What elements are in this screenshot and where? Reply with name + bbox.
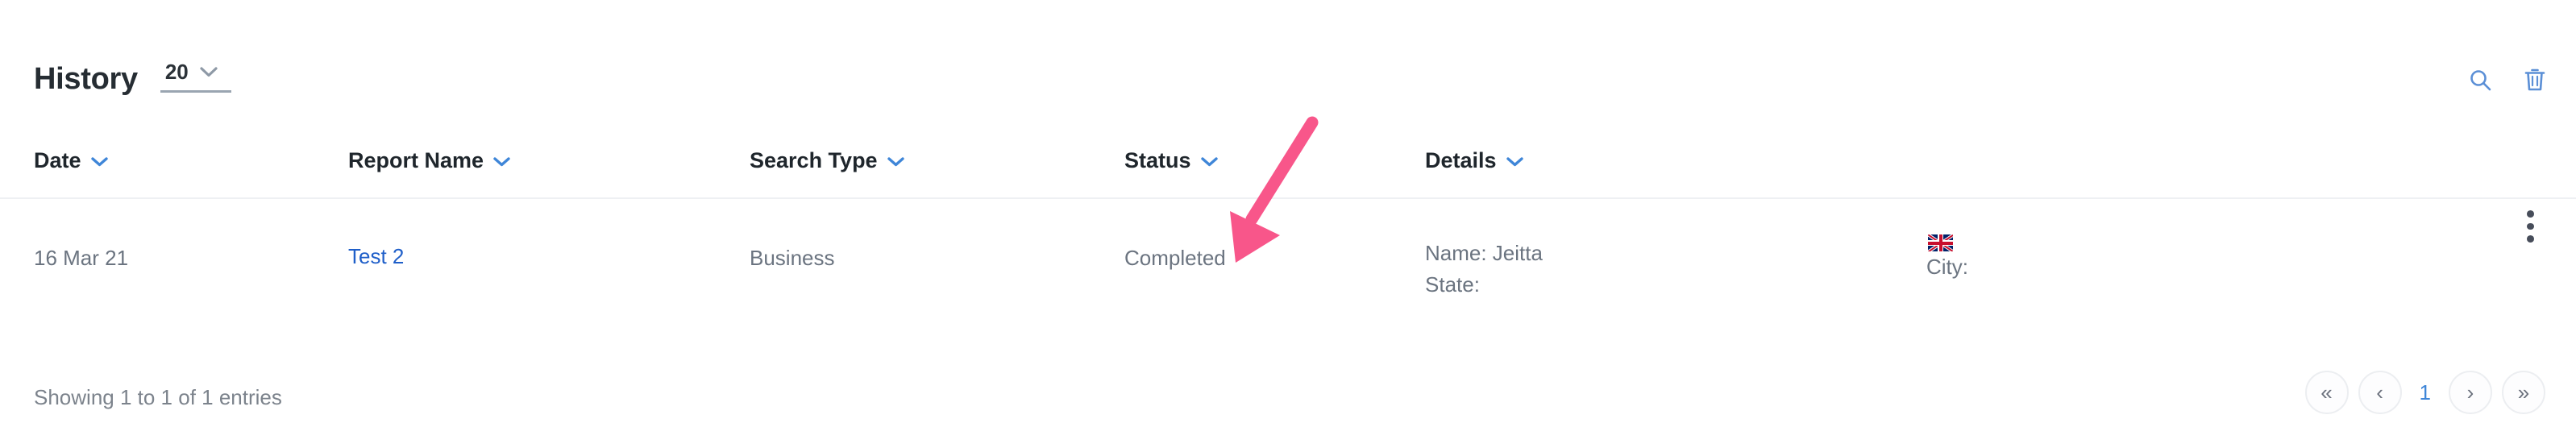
kebab-dot bbox=[2526, 210, 2534, 218]
details-state: State: bbox=[1425, 272, 1480, 297]
column-label: Date bbox=[34, 148, 81, 172]
chevron-down-icon bbox=[887, 156, 904, 166]
chevron-down-icon bbox=[200, 66, 218, 77]
cell-report-name: Test 2 bbox=[348, 244, 404, 269]
panel-header: History 20 bbox=[0, 0, 2576, 121]
pagination-first-button[interactable]: « bbox=[2304, 371, 2349, 414]
column-label: Search Type bbox=[750, 148, 878, 172]
pagination-page-1[interactable]: 1 bbox=[2412, 380, 2439, 405]
table-footer: Showing 1 to 1 of 1 entries « ‹ 1 › » bbox=[0, 371, 2576, 448]
kebab-dot bbox=[2526, 235, 2534, 243]
history-panel: History 20 Date Report Name Search Type … bbox=[0, 0, 2576, 448]
column-header-status[interactable]: Status bbox=[1124, 148, 1218, 173]
column-label: Details bbox=[1425, 148, 1497, 172]
chevron-down-icon bbox=[90, 156, 108, 166]
column-label: Report Name bbox=[348, 148, 484, 172]
table-row[interactable]: 16 Mar 21 Test 2 Business Completed Name… bbox=[0, 199, 2576, 304]
cell-date: 16 Mar 21 bbox=[34, 246, 129, 270]
cell-location: City: bbox=[1926, 234, 1968, 281]
column-header-details[interactable]: Details bbox=[1425, 148, 1523, 173]
column-header-search-type[interactable]: Search Type bbox=[750, 148, 904, 173]
chevron-down-icon bbox=[1506, 156, 1523, 166]
chevron-down-icon bbox=[1200, 156, 1218, 166]
pagination-last-button[interactable]: » bbox=[2502, 371, 2545, 414]
trash-icon[interactable] bbox=[2521, 66, 2549, 93]
row-menu-button[interactable] bbox=[2516, 210, 2544, 243]
page-title: History bbox=[34, 62, 138, 96]
cell-search-type: Business bbox=[750, 246, 835, 270]
entries-summary: Showing 1 to 1 of 1 entries bbox=[34, 385, 282, 409]
search-icon[interactable] bbox=[2466, 66, 2494, 93]
cell-status: Completed bbox=[1124, 246, 1226, 270]
column-header-date[interactable]: Date bbox=[34, 148, 108, 173]
title-group: History 20 bbox=[34, 61, 231, 96]
header-actions bbox=[2466, 66, 2549, 93]
column-label: Status bbox=[1124, 148, 1191, 172]
page-size-select[interactable]: 20 bbox=[160, 61, 231, 93]
pagination-next-button[interactable]: › bbox=[2449, 371, 2492, 414]
uk-flag-icon bbox=[1928, 234, 1953, 251]
table-header-row: Date Report Name Search Type Status Deta… bbox=[0, 121, 2576, 199]
pagination: « ‹ 1 › » bbox=[2304, 371, 2545, 414]
pagination-prev-button[interactable]: ‹ bbox=[2358, 371, 2402, 414]
history-table: Date Report Name Search Type Status Deta… bbox=[0, 121, 2576, 304]
cell-details: Name: Jeitta State: bbox=[1425, 239, 1543, 298]
chevron-down-icon bbox=[493, 156, 510, 166]
column-header-report-name[interactable]: Report Name bbox=[348, 148, 510, 173]
report-name-link[interactable]: Test 2 bbox=[348, 244, 404, 268]
kebab-dot bbox=[2526, 222, 2534, 230]
details-city: City: bbox=[1926, 255, 1968, 279]
page-size-value: 20 bbox=[164, 60, 189, 84]
details-name: Name: Jeitta bbox=[1425, 241, 1543, 265]
